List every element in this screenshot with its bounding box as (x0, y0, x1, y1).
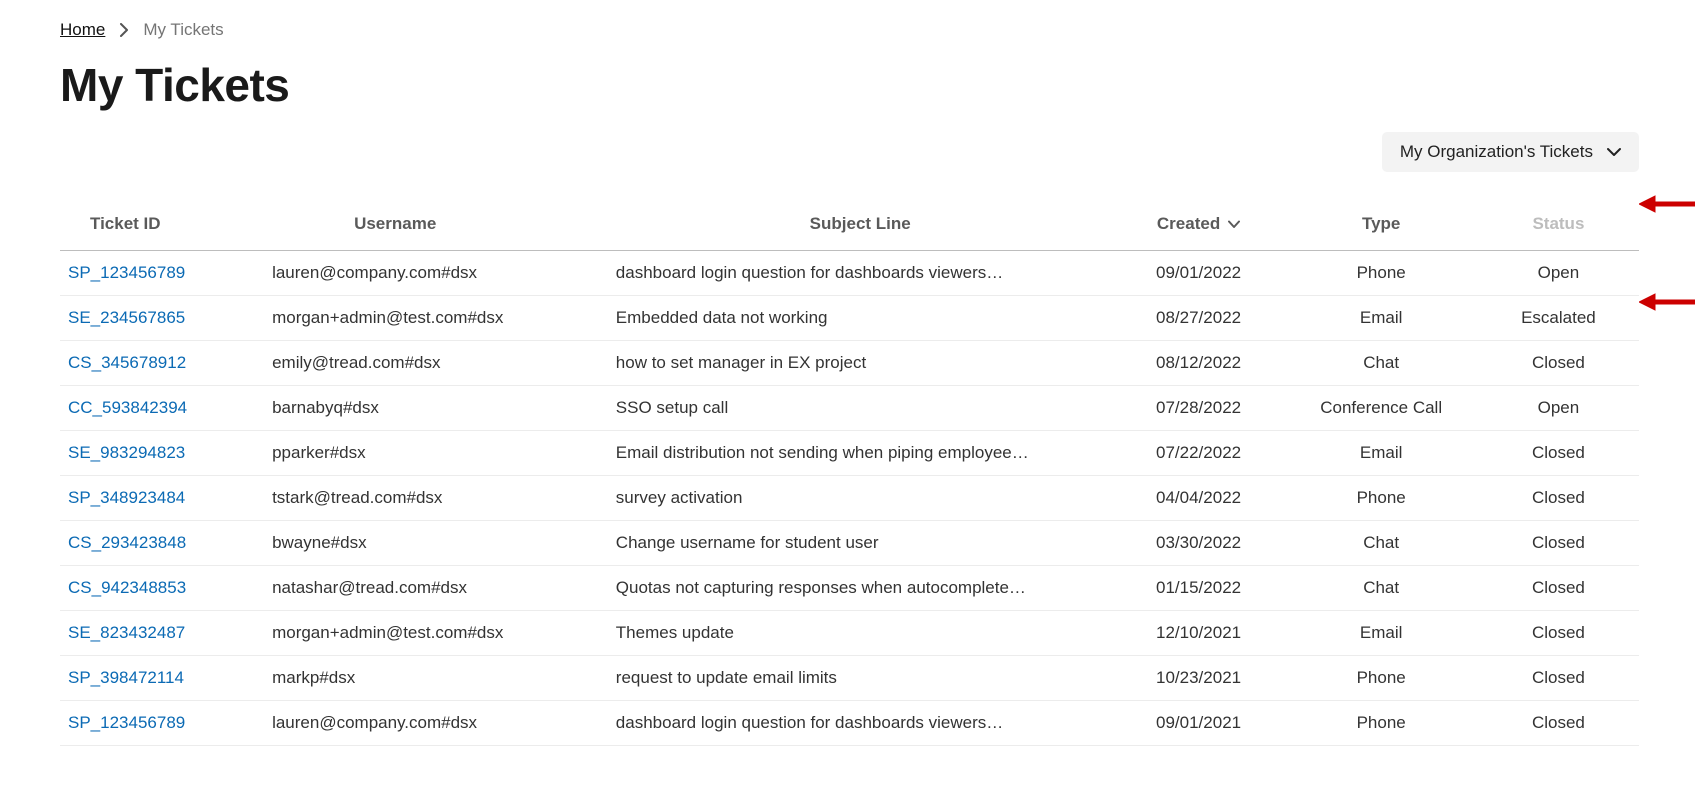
tickets-table: Ticket ID Username Subject Line Created (60, 200, 1639, 746)
cell-type: Conference Call (1285, 386, 1478, 431)
cell-subject: Embedded data not working (608, 296, 1113, 341)
table-row: CS_293423848 bwayne#dsxChange username fo… (60, 521, 1639, 566)
cell-type: Phone (1285, 476, 1478, 521)
page-title: My Tickets (60, 58, 1639, 112)
ticket-id-link[interactable]: SE_234567865 (68, 308, 185, 327)
cell-type: Chat (1285, 566, 1478, 611)
table-row: SP_348923484 tstark@tread.com#dsxsurvey a… (60, 476, 1639, 521)
cell-type: Chat (1285, 521, 1478, 566)
table-row: SE_983294823 pparker#dsxEmail distributio… (60, 431, 1639, 476)
table-row: CC_593842394 barnabyq#dsxSSO setup call07… (60, 386, 1639, 431)
ticket-id-link[interactable]: SE_983294823 (68, 443, 185, 462)
column-header-ticket-id[interactable]: Ticket ID (60, 200, 264, 251)
cell-subject: Change username for student user (608, 521, 1113, 566)
cell-type: Phone (1285, 251, 1478, 296)
chevron-down-icon (1228, 214, 1240, 234)
cell-username: natashar@tread.com#dsx (264, 566, 608, 611)
cell-type: Phone (1285, 656, 1478, 701)
cell-type: Email (1285, 431, 1478, 476)
cell-username: morgan+admin@test.com#dsx (264, 296, 608, 341)
column-header-created[interactable]: Created (1113, 200, 1285, 251)
cell-status: Closed (1478, 476, 1639, 521)
column-header-status[interactable]: Status (1478, 200, 1639, 251)
cell-created: 07/22/2022 (1113, 431, 1285, 476)
cell-subject: how to set manager in EX project (608, 341, 1113, 386)
cell-subject: request to update email limits (608, 656, 1113, 701)
ticket-id-link[interactable]: SP_398472114 (68, 668, 184, 687)
breadcrumb-current: My Tickets (143, 20, 223, 40)
cell-status: Closed (1478, 656, 1639, 701)
column-header-type[interactable]: Type (1285, 200, 1478, 251)
ticket-id-link[interactable]: CS_942348853 (68, 578, 186, 597)
cell-type: Chat (1285, 341, 1478, 386)
cell-created: 07/28/2022 (1113, 386, 1285, 431)
chevron-down-icon (1607, 142, 1621, 162)
cell-type: Phone (1285, 701, 1478, 746)
ticket-id-link[interactable]: SP_348923484 (68, 488, 185, 507)
cell-type: Email (1285, 296, 1478, 341)
column-header-subject[interactable]: Subject Line (608, 200, 1113, 251)
cell-subject: dashboard login question for dashboards … (608, 701, 1113, 746)
table-row: SP_123456789 lauren@company.com#dsxdashbo… (60, 251, 1639, 296)
table-row: CS_345678912 emily@tread.com#dsxhow to se… (60, 341, 1639, 386)
cell-status: Closed (1478, 566, 1639, 611)
ticket-id-link[interactable]: SP_123456789 (68, 713, 185, 732)
cell-status: Open (1478, 251, 1639, 296)
cell-subject: survey activation (608, 476, 1113, 521)
cell-created: 08/12/2022 (1113, 341, 1285, 386)
cell-subject: dashboard login question for dashboards … (608, 251, 1113, 296)
organization-filter-dropdown[interactable]: My Organization's Tickets (1382, 132, 1639, 172)
cell-username: tstark@tread.com#dsx (264, 476, 608, 521)
cell-username: lauren@company.com#dsx (264, 251, 608, 296)
cell-status: Closed (1478, 701, 1639, 746)
cell-created: 01/15/2022 (1113, 566, 1285, 611)
cell-status: Escalated (1478, 296, 1639, 341)
chevron-right-icon (119, 23, 129, 37)
cell-status: Open (1478, 386, 1639, 431)
column-header-username[interactable]: Username (264, 200, 608, 251)
cell-created: 04/04/2022 (1113, 476, 1285, 521)
ticket-id-link[interactable]: CS_345678912 (68, 353, 186, 372)
cell-created: 10/23/2021 (1113, 656, 1285, 701)
cell-created: 09/01/2021 (1113, 701, 1285, 746)
breadcrumb: Home My Tickets (60, 20, 1639, 40)
cell-subject: Email distribution not sending when pipi… (608, 431, 1113, 476)
cell-username: markp#dsx (264, 656, 608, 701)
cell-type: Email (1285, 611, 1478, 656)
cell-status: Closed (1478, 431, 1639, 476)
ticket-id-link[interactable]: CC_593842394 (68, 398, 187, 417)
cell-created: 09/01/2022 (1113, 251, 1285, 296)
table-row: SE_234567865 morgan+admin@test.com#dsxEmb… (60, 296, 1639, 341)
cell-status: Closed (1478, 611, 1639, 656)
cell-subject: Quotas not capturing responses when auto… (608, 566, 1113, 611)
table-row: SP_398472114 markp#dsxrequest to update e… (60, 656, 1639, 701)
cell-status: Closed (1478, 521, 1639, 566)
organization-filter-label: My Organization's Tickets (1400, 142, 1593, 162)
table-row: CS_942348853 natashar@tread.com#dsxQuotas… (60, 566, 1639, 611)
cell-created: 03/30/2022 (1113, 521, 1285, 566)
cell-username: morgan+admin@test.com#dsx (264, 611, 608, 656)
table-row: SP_123456789 lauren@company.com#dsxdashbo… (60, 701, 1639, 746)
cell-username: emily@tread.com#dsx (264, 341, 608, 386)
arrow-left-icon (1639, 194, 1695, 214)
arrow-left-icon (1639, 292, 1695, 312)
cell-username: barnabyq#dsx (264, 386, 608, 431)
cell-username: pparker#dsx (264, 431, 608, 476)
cell-username: bwayne#dsx (264, 521, 608, 566)
ticket-id-link[interactable]: CS_293423848 (68, 533, 186, 552)
cell-created: 08/27/2022 (1113, 296, 1285, 341)
breadcrumb-home-link[interactable]: Home (60, 20, 105, 40)
cell-created: 12/10/2021 (1113, 611, 1285, 656)
ticket-id-link[interactable]: SP_123456789 (68, 263, 185, 282)
cell-subject: Themes update (608, 611, 1113, 656)
table-row: SE_823432487 morgan+admin@test.com#dsxThe… (60, 611, 1639, 656)
ticket-id-link[interactable]: SE_823432487 (68, 623, 185, 642)
cell-subject: SSO setup call (608, 386, 1113, 431)
cell-status: Closed (1478, 341, 1639, 386)
cell-username: lauren@company.com#dsx (264, 701, 608, 746)
